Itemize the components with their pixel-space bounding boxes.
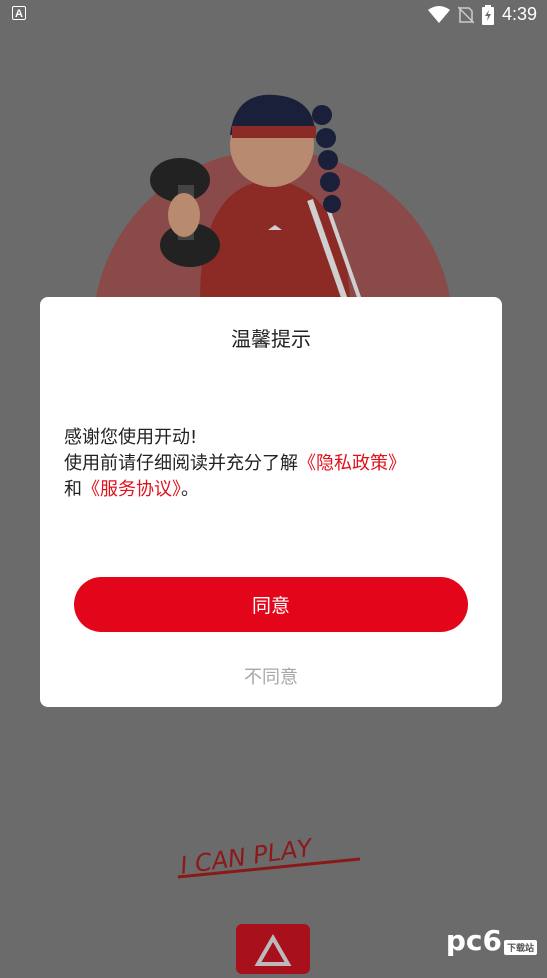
watermark-sub: 下载站: [503, 940, 537, 955]
disagree-button[interactable]: 不同意: [40, 663, 502, 689]
privacy-policy-link[interactable]: 《隐私政策》: [298, 453, 406, 474]
agree-button[interactable]: 同意: [74, 577, 468, 632]
hero-illustration: [93, 94, 453, 320]
dialog-title: 温馨提示: [231, 327, 311, 351]
slogan-logo: I CAN PLAY: [177, 833, 361, 880]
dialog-line-2: 使用前请仔细阅读并充分了解《隐私政策》: [64, 451, 478, 477]
line3-text: 和: [64, 479, 82, 500]
dialog-line-1: 感谢您使用开动!: [64, 427, 198, 448]
line2-text: 使用前请仔细阅读并充分了解: [64, 453, 298, 474]
service-agreement-link[interactable]: 《服务协议》: [82, 479, 181, 500]
slogan-text: I CAN PLAY: [179, 833, 316, 879]
privacy-dialog: 温馨提示 感谢您使用开动! 使用前请仔细阅读并充分了解《隐私政策》 和《服务协议…: [40, 297, 502, 707]
dialog-line-3: 和《服务协议》。: [64, 477, 478, 503]
triangle-logo-icon: [254, 933, 292, 966]
app-logo: [236, 924, 310, 974]
dialog-body: 感谢您使用开动! 使用前请仔细阅读并充分了解《隐私政策》 和《服务协议》。: [64, 425, 478, 503]
watermark-main: pc6: [445, 924, 502, 957]
watermark: pc6 下载站: [446, 927, 537, 955]
line3-suffix: 。: [181, 479, 199, 500]
